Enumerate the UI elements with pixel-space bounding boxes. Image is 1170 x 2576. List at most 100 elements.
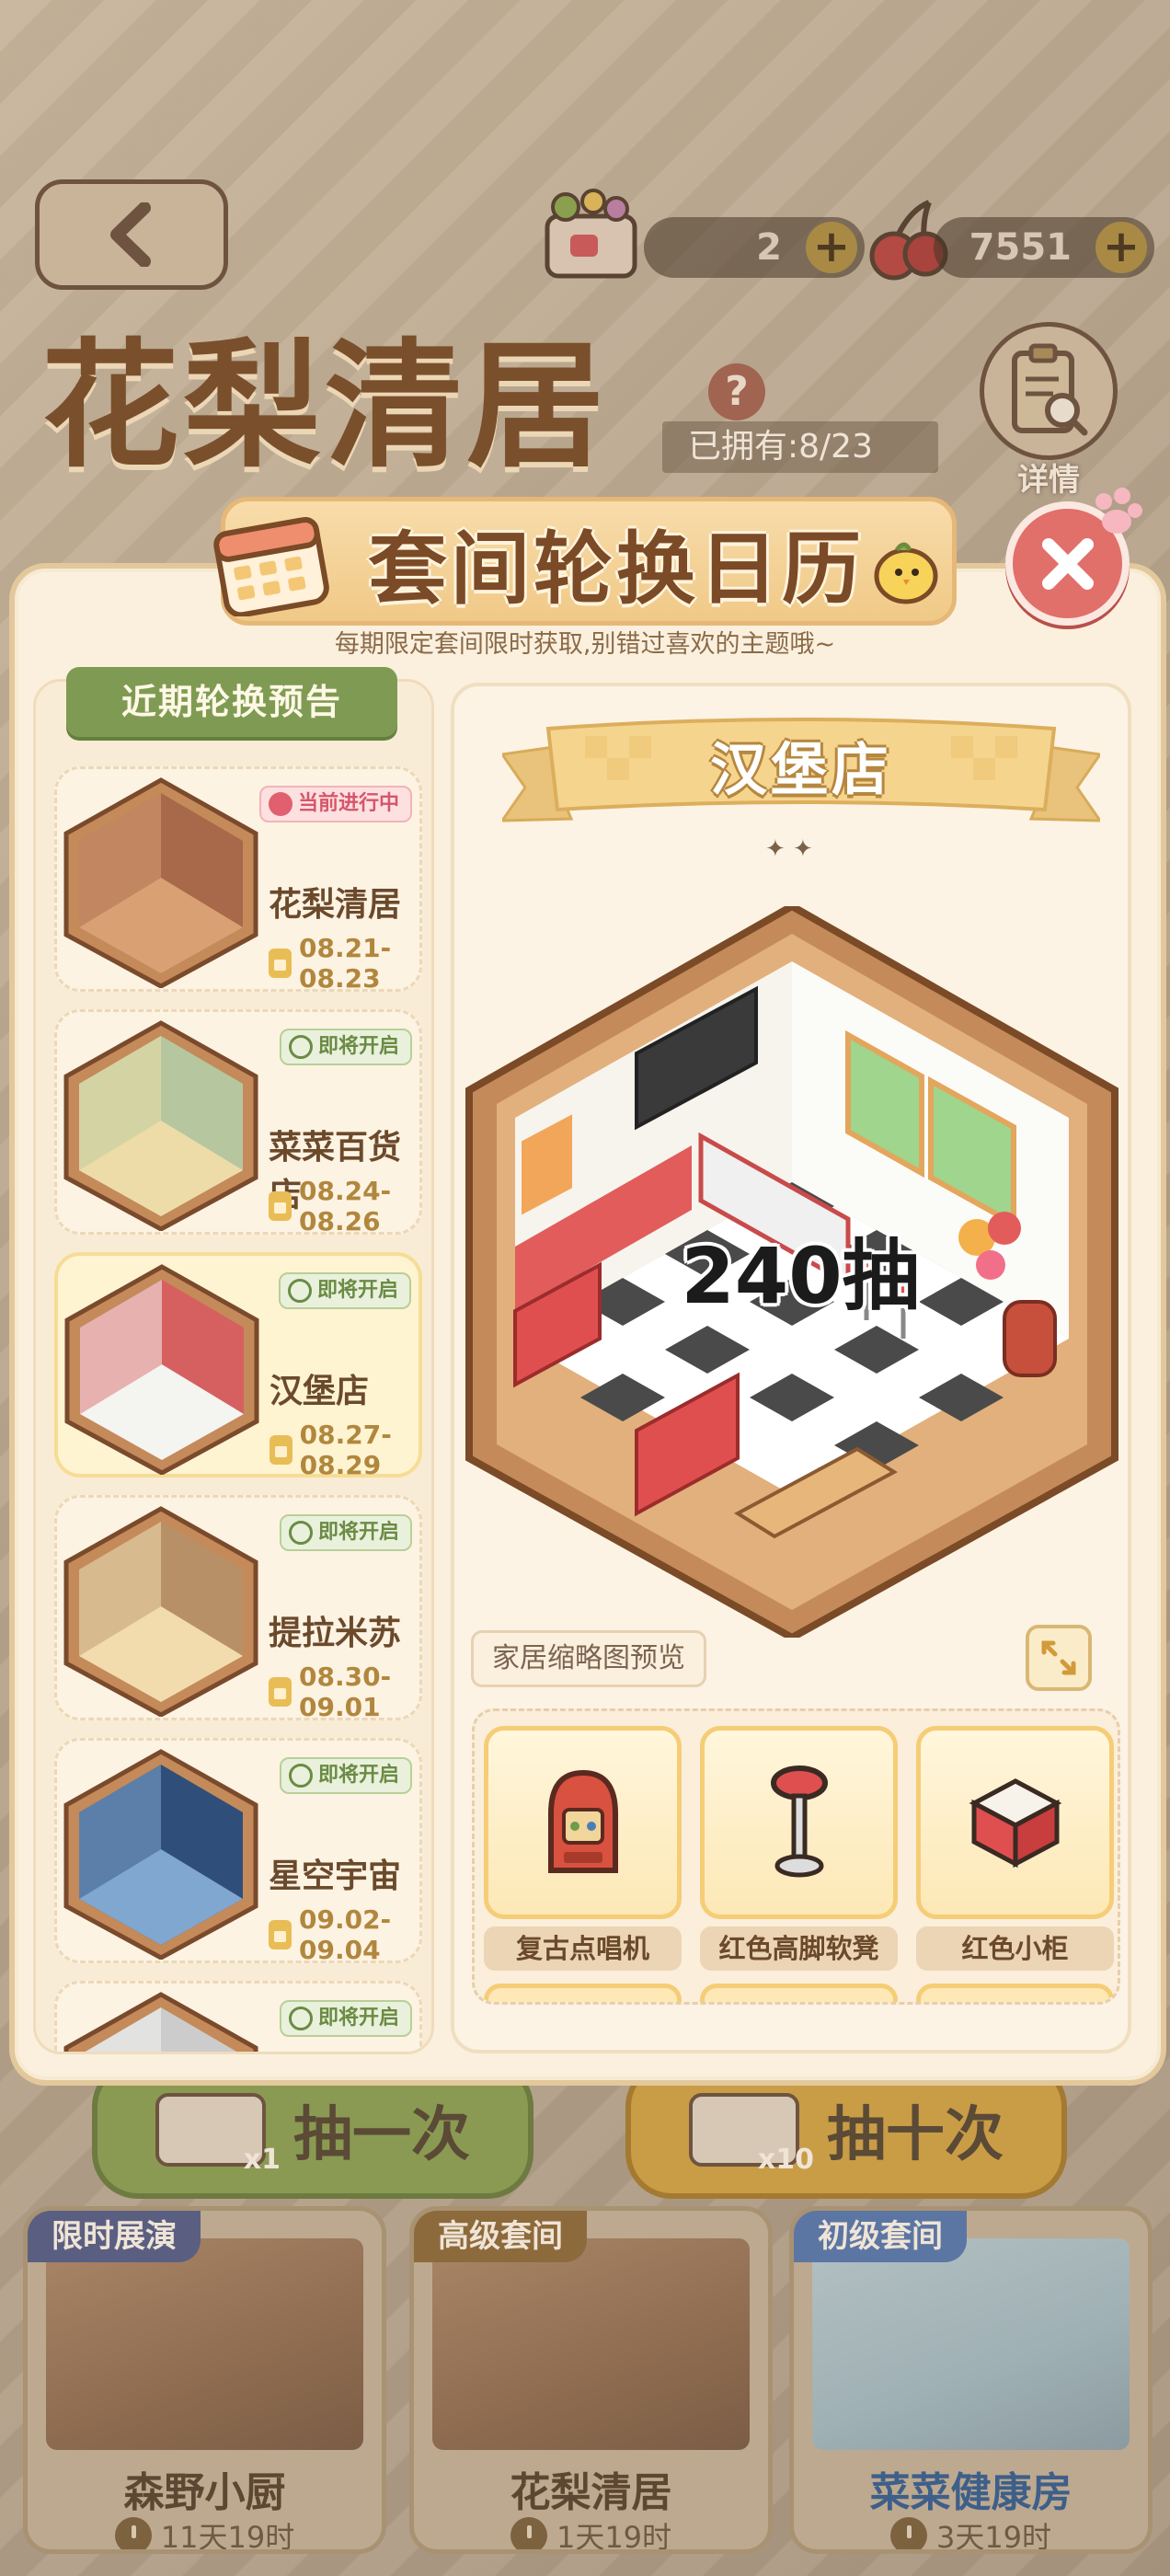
rotation-list-item[interactable]: 即将开启提拉米苏 08.30-09.01 — [54, 1495, 422, 1722]
chevron-left-icon — [110, 202, 151, 267]
clock-icon — [288, 1035, 313, 1059]
status-badge: 当前进行中 — [258, 786, 412, 822]
furniture-name: 复古点唱机 — [484, 1926, 682, 1971]
owned-count: 已拥有:8/23 — [662, 421, 938, 473]
cherry-counter: 7551 + — [934, 217, 1154, 278]
furniture-name: 红色小柜 — [916, 1926, 1114, 1971]
clock-icon — [114, 2517, 152, 2549]
room-thumbnail — [63, 1506, 258, 1717]
status-text: 即将开启 — [316, 1279, 398, 1302]
status-text: 即将开启 — [317, 1035, 399, 1058]
add-cherry-button[interactable]: + — [1095, 222, 1147, 273]
mode-card-basic[interactable]: 初级套间 菜菜健康房 3天19时 — [789, 2206, 1153, 2554]
mode-time-text: 3天19时 — [935, 2520, 1052, 2554]
mode-tag: 高级套间 — [414, 2211, 587, 2262]
rotation-list-item[interactable]: 即将开启 — [54, 1981, 422, 2052]
preview-label: 家居缩略图预览 — [471, 1630, 706, 1687]
page-title: 花梨清居 — [41, 325, 609, 487]
mode-timer: 1天19时 — [414, 2514, 768, 2554]
mode-tag: 初级套间 — [794, 2211, 967, 2262]
add-ticket-button[interactable]: + — [806, 222, 857, 273]
mode-card-limited[interactable]: 限时展演 森野小厨 11天19时 — [23, 2206, 386, 2554]
date-range: 09.02-09.04 — [269, 1904, 419, 1965]
back-button[interactable] — [35, 179, 228, 290]
date-range: 08.27-08.29 — [270, 1420, 419, 1480]
room-preview-image — [432, 2238, 750, 2450]
ticket-icon — [545, 189, 637, 279]
question-icon[interactable]: ? — [708, 363, 765, 420]
room-thumbnail — [63, 1992, 258, 2052]
modal-title-banner: 套间轮换日历 — [221, 497, 957, 626]
ticket-count: 2 — [756, 226, 782, 269]
jukebox-icon — [547, 1769, 618, 1873]
modal-title: 套间轮换日历 — [368, 523, 865, 615]
clipboard-search-icon — [1012, 343, 1088, 436]
rotation-list-item[interactable]: 即将开启星空宇宙 09.02-09.04 — [54, 1738, 422, 1965]
draw-once-label: 抽一次 — [293, 2101, 470, 2169]
calendar-icon — [213, 517, 329, 616]
detail-button[interactable]: 详情 — [975, 322, 1122, 499]
room-preview-image — [812, 2238, 1130, 2450]
date-text: 08.30-09.01 — [298, 1662, 392, 1722]
calendar-icon — [269, 949, 292, 978]
clock-icon — [287, 1279, 312, 1303]
room-title: 汉堡店 — [709, 736, 892, 803]
date-text: 08.27-08.29 — [299, 1420, 392, 1480]
ticket-icon: x1 — [155, 2093, 281, 2176]
draws-required: 240抽 — [681, 1231, 920, 1321]
room-name: 星空宇宙 — [269, 1857, 402, 1895]
status-text: 即将开启 — [317, 1764, 399, 1787]
furniture-item-partial[interactable] — [700, 1984, 898, 2002]
room-name: 汉堡店 — [270, 1373, 370, 1410]
date-range: 08.21-08.23 — [269, 933, 419, 994]
rotation-list-item[interactable]: 即将开启菜菜百货店08.24-08.26 — [54, 1009, 422, 1236]
clock-icon — [288, 1521, 313, 1545]
furniture-item[interactable]: 红色高脚软凳 — [700, 1726, 898, 1971]
clock-icon — [889, 2517, 927, 2549]
furniture-grid[interactable]: 复古点唱机 红色高脚软凳 红色小柜 — [472, 1708, 1120, 2005]
furniture-item[interactable]: 红色小柜 — [916, 1726, 1114, 1971]
clock-icon — [288, 2007, 313, 2030]
status-badge: 即将开启 — [279, 1029, 412, 1065]
calendar-icon — [269, 1920, 292, 1949]
expand-button[interactable] — [1026, 1625, 1092, 1691]
status-badge: 即将开启 — [279, 1757, 412, 1794]
draw-multiplier: x1 — [243, 2144, 281, 2176]
modal-subtitle: 每期限定套间限时获取,别错过喜欢的主题哦~ — [334, 630, 836, 659]
status-text: 即将开启 — [317, 2007, 399, 2030]
rotation-list-item[interactable]: 即将开启汉堡店 08.27-08.29 — [54, 1252, 422, 1480]
status-text: 即将开启 — [317, 1521, 399, 1544]
ticket-counter: 2 + — [644, 217, 865, 278]
room-thumbnail — [63, 1749, 258, 1960]
furniture-thumb — [484, 1726, 682, 1919]
mode-time-text: 11天19时 — [160, 2520, 295, 2554]
furniture-item[interactable]: 复古点唱机 — [484, 1726, 682, 1971]
room-preview-image — [46, 2238, 363, 2450]
sparkle-decoration: ✦ ✦ — [765, 835, 813, 863]
mode-time-text: 1天19时 — [556, 2520, 672, 2554]
rotation-list-item[interactable]: 当前进行中 花梨清居 08.21-08.23 — [54, 766, 422, 994]
star-icon — [268, 792, 292, 816]
rotation-list-panel[interactable]: 当前进行中花梨清居 08.21-08.23 即将开启菜菜百货店08.24-08.26… — [33, 679, 434, 2054]
room-name: 提拉米苏 — [269, 1615, 402, 1652]
room-thumbnail — [63, 1020, 258, 1231]
calendar-icon — [269, 1191, 292, 1221]
cherry-count: 7551 — [969, 226, 1072, 269]
furniture-item-partial[interactable] — [916, 1984, 1114, 2002]
date-text: 08.24-08.26 — [298, 1176, 392, 1236]
draw-multiplier: x10 — [757, 2144, 814, 2176]
mode-card-premium[interactable]: 高级套间 花梨清居 1天19时 — [409, 2206, 773, 2554]
date-text: 09.02-09.04 — [298, 1904, 392, 1965]
expand-icon — [1041, 1640, 1076, 1675]
ticket-icon: x10 — [689, 2093, 814, 2176]
red-cabinet-icon — [969, 1778, 1061, 1869]
date-text: 08.21-08.23 — [298, 933, 392, 994]
room-thumbnail — [63, 777, 258, 988]
mode-timer: 3天19时 — [794, 2514, 1148, 2554]
calendar-icon — [270, 1435, 292, 1465]
calendar-icon — [269, 1677, 292, 1707]
mode-timer: 11天19时 — [28, 2514, 382, 2554]
furniture-item-partial[interactable] — [484, 1984, 682, 2002]
clock-icon — [288, 1764, 313, 1788]
draw-ten-label: 抽十次 — [827, 2101, 1004, 2169]
